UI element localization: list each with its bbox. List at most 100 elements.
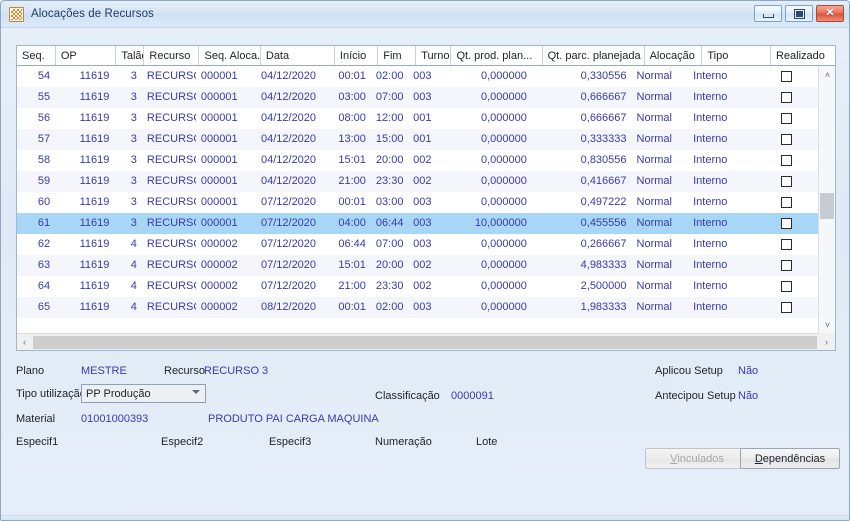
cell-qtparc: 0,333333 <box>580 133 627 145</box>
detail-panel: Plano MESTRE Recurso RECURSO 3 Tipo util… <box>16 359 836 454</box>
cell-aloc: Normal <box>636 238 672 250</box>
column-header-alocacao[interactable]: Alocação <box>645 46 703 65</box>
cell-data: 04/12/2020 <box>260 133 317 145</box>
tipo-utilizacao-dropdown[interactable]: PP Produção <box>81 384 206 403</box>
label-plano: Plano <box>16 365 45 377</box>
realizado-checkbox[interactable] <box>781 238 793 250</box>
column-header-talao[interactable]: Talão <box>116 46 145 65</box>
cell-turno: 002 <box>413 259 432 271</box>
vinculados-button[interactable]: Vinculados <box>645 448 749 469</box>
realizado-checkbox[interactable] <box>781 133 793 145</box>
scroll-corner-icon[interactable]: › <box>818 333 835 350</box>
realizado-checkbox[interactable] <box>781 154 793 166</box>
cell-inicio: 04:00 <box>338 217 366 229</box>
table-row[interactable]: 55 11619 3 RECURSO 3 000001 04/12/2020 03:00 07… <box>17 87 818 108</box>
realizado-checkbox[interactable] <box>781 217 793 229</box>
cell-seq: 57 <box>37 133 51 145</box>
realizado-checkbox[interactable] <box>781 301 793 313</box>
scroll-left-icon[interactable]: ‹ <box>17 335 32 350</box>
column-header-turno[interactable]: Turno <box>416 46 452 65</box>
table-row[interactable]: 62 11619 4 RECURSO 2 000002 07/12/2020 06:44 07… <box>17 234 818 255</box>
label-especif2: Especif2 <box>161 436 204 448</box>
minimize-button[interactable] <box>754 5 782 22</box>
cell-data: 04/12/2020 <box>260 70 317 82</box>
horizontal-scroll-thumb[interactable] <box>33 335 817 349</box>
realizado-checkbox[interactable] <box>781 112 793 124</box>
column-header-realizado[interactable]: Realizado <box>771 46 835 65</box>
column-header-inicio[interactable]: Início <box>335 46 379 65</box>
cell-inicio: 00:01 <box>338 196 366 208</box>
realizado-checkbox[interactable] <box>781 259 793 271</box>
column-header-data[interactable]: Data <box>261 46 335 65</box>
column-header-seq-alocacao[interactable]: Seq. Aloca... <box>199 46 261 65</box>
label-aplicou-setup: Aplicou Setup <box>655 365 723 377</box>
dependencias-accel: D <box>754 452 763 465</box>
cell-turno: 003 <box>413 301 432 313</box>
cell-seqaloc: 000001 <box>200 112 238 124</box>
cell-turno: 003 <box>413 217 432 229</box>
cell-qtprod: 0,000000 <box>480 301 527 313</box>
dependencias-button[interactable]: Dependências <box>740 448 840 469</box>
table-row[interactable]: 64 11619 4 RECURSO 2 000002 07/12/2020 21:00 23… <box>17 276 818 297</box>
column-header-qt-prod-planejada[interactable]: Qt. prod. plan... <box>451 46 543 65</box>
value-classificacao: 0000091 <box>451 390 494 402</box>
cell-turno: 001 <box>413 112 432 124</box>
cell-seqaloc: 000001 <box>200 217 238 229</box>
maximize-icon <box>793 8 805 19</box>
table-row[interactable]: 56 11619 3 RECURSO 3 000001 04/12/2020 08:00 12… <box>17 108 818 129</box>
column-header-tipo[interactable]: Tipo <box>702 46 771 65</box>
column-header-op[interactable]: OP <box>56 46 117 65</box>
cell-fim: 02:00 <box>375 70 404 82</box>
cell-qtprod: 0,000000 <box>480 280 527 292</box>
table-row[interactable]: 54 11619 3 RECURSO 3 000001 04/12/2020 00:01 02… <box>17 66 818 87</box>
cell-qtparc: 0,830556 <box>580 154 627 166</box>
cell-aloc: Normal <box>636 196 672 208</box>
grid-vertical-scrollbar[interactable]: ˄ ˅ <box>818 66 835 333</box>
column-header-qt-parc-planejada[interactable]: Qt. parc. planejada <box>543 46 645 65</box>
cell-recurso: RECURSO 3 <box>146 91 196 103</box>
grid-body[interactable]: 54 11619 3 RECURSO 3 000001 04/12/2020 00:01 02… <box>17 66 818 333</box>
cell-turno: 002 <box>413 175 432 187</box>
cell-aloc: Normal <box>636 175 672 187</box>
scroll-up-icon[interactable]: ˄ <box>819 66 835 83</box>
realizado-checkbox[interactable] <box>781 280 793 292</box>
cell-real <box>755 87 818 108</box>
cell-inicio: 21:00 <box>338 280 366 292</box>
scroll-down-icon[interactable]: ˅ <box>819 316 835 333</box>
cell-inicio: 15:01 <box>338 154 366 166</box>
realizado-checkbox[interactable] <box>781 91 793 103</box>
cell-aloc: Normal <box>636 301 672 313</box>
column-header-seq[interactable]: Seq. <box>17 46 56 65</box>
vertical-scroll-thumb[interactable] <box>820 193 834 219</box>
table-row[interactable]: 65 11619 4 RECURSO 2 000002 08/12/2020 00:01 02… <box>17 297 818 318</box>
cell-inicio: 08:00 <box>338 112 366 124</box>
cell-inicio: 21:00 <box>338 175 366 187</box>
cell-inicio: 13:00 <box>338 133 366 145</box>
cell-op: 11619 <box>79 280 110 292</box>
cell-fim: 20:00 <box>375 154 404 166</box>
realizado-checkbox[interactable] <box>781 196 793 208</box>
label-especif1: Especif1 <box>16 436 59 448</box>
table-row[interactable]: 57 11619 3 RECURSO 3 000001 04/12/2020 13:00 15… <box>17 129 818 150</box>
title-bar[interactable]: Alocações de Recursos ✕ <box>1 1 849 28</box>
table-row[interactable]: 59 11619 3 RECURSO 3 000001 04/12/2020 21:00 23… <box>17 171 818 192</box>
cell-turno: 002 <box>413 280 432 292</box>
maximize-button[interactable] <box>785 5 813 22</box>
column-header-recurso[interactable]: Recurso <box>144 46 200 65</box>
label-classificacao: Classificação <box>375 390 440 402</box>
realizado-checkbox[interactable] <box>781 175 793 187</box>
table-row[interactable]: 63 11619 4 RECURSO 2 000002 07/12/2020 15:01 20… <box>17 255 818 276</box>
column-header-fim[interactable]: Fim <box>378 46 417 65</box>
allocations-grid[interactable]: Seq. OP Talão Recurso Seq. Aloca... Data… <box>16 45 836 351</box>
cell-qtparc: 1,983333 <box>580 301 627 313</box>
cell-seq: 62 <box>37 238 51 250</box>
vinculados-label: inculados <box>677 452 724 465</box>
cell-qtprod: 0,000000 <box>480 112 527 124</box>
table-row[interactable]: 60 11619 3 RECURSO 3 000001 07/12/2020 00:01 03… <box>17 192 818 213</box>
cell-data: 04/12/2020 <box>260 154 317 166</box>
grid-horizontal-scrollbar[interactable]: ‹ <box>17 333 818 350</box>
realizado-checkbox[interactable] <box>781 70 793 82</box>
table-row[interactable]: 58 11619 3 RECURSO 3 000001 04/12/2020 15:01 20… <box>17 150 818 171</box>
close-button[interactable]: ✕ <box>816 5 844 22</box>
table-row[interactable]: 61 11619 3 RECURSO 3 000001 07/12/2020 04:00 06… <box>17 213 818 234</box>
